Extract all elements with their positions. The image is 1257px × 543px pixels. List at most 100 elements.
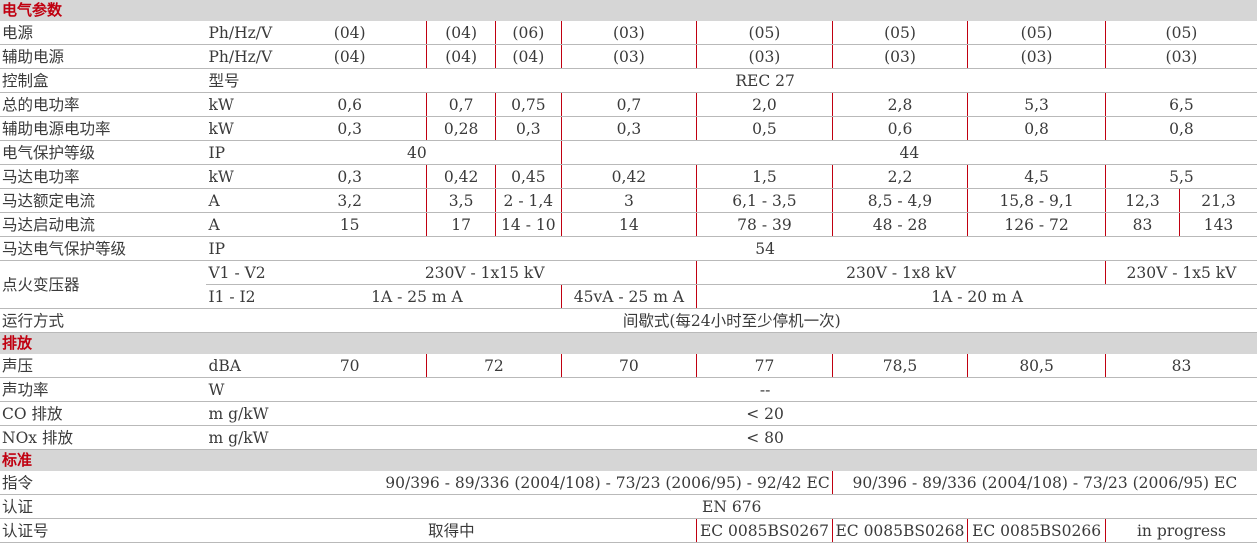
table-row: 声功率 W -- (0, 378, 1257, 402)
cell: 3,2 (273, 189, 427, 213)
cell: 8,5 - 4,9 (832, 189, 968, 213)
cell: 12,3 (1105, 189, 1179, 213)
cell: 44 (561, 141, 1257, 165)
cell: 2,0 (697, 93, 833, 117)
row-unit: 型号 (206, 69, 273, 93)
table-row: 马达电气保护等级 IP 54 (0, 237, 1257, 261)
row-label: 辅助电源电功率 (0, 117, 206, 141)
row-unit: I1 - I2 (206, 285, 273, 309)
cell: 2 - 1,4 (496, 189, 562, 213)
table-row: 认证号 取得中 EC 0085BS0267 EC 0085BS0268 EC 0… (0, 519, 1257, 543)
cell: 1A - 25 m A (273, 285, 561, 309)
cell: REC 27 (273, 69, 1257, 93)
cell: 230V - 1x8 kV (697, 261, 1106, 285)
row-label: 指令 (0, 471, 206, 495)
electrical-parameters-sheet: 电气参数 电源 Ph/Hz/V (04) (04) (06) (03) (05)… (0, 0, 1257, 533)
cell: 0,7 (561, 93, 697, 117)
table-row: NOx 排放 m g/kW h < 80 (0, 426, 1257, 450)
table-row: 控制盒 型号 REC 27 (0, 69, 1257, 93)
cell: in progress (1105, 519, 1257, 543)
cell: 0,45 (496, 165, 562, 189)
cell: EC 0085BS0268 (832, 519, 968, 543)
row-label: 点火变压器 (0, 261, 206, 309)
cell: (04) (496, 45, 562, 69)
section-title: 电气参数 (0, 0, 1257, 21)
row-unit: A (206, 213, 273, 237)
cell: EN 676 (206, 495, 1257, 519)
cell: 2,8 (832, 93, 968, 117)
row-unit: kW (206, 93, 273, 117)
row-label: 辅助电源 (0, 45, 206, 69)
cell: 143 (1180, 213, 1257, 237)
cell: 14 - 10 (496, 213, 562, 237)
cell: 0,3 (273, 165, 427, 189)
cell: 6,5 (1105, 93, 1257, 117)
row-label: 电气保护等级 (0, 141, 206, 165)
cell: 0,5 (697, 117, 833, 141)
row-unit: Ph/Hz/V (206, 21, 273, 45)
cell: 15,8 - 9,1 (968, 189, 1106, 213)
row-unit: m g/kW h (206, 426, 273, 450)
cell: 0,3 (273, 117, 427, 141)
cell: 3 (561, 189, 697, 213)
cell: 0,6 (832, 117, 968, 141)
table-row: 电气保护等级 IP 40 44 (0, 141, 1257, 165)
cell: 0,3 (561, 117, 697, 141)
cell: -- (273, 378, 1257, 402)
row-label: NOx 排放 (0, 426, 206, 450)
table-row: 指令 90/396 - 89/336 (2004/108) - 73/23 (2… (0, 471, 1257, 495)
cell: EC 0085BS0266 (968, 519, 1106, 543)
cell: 230V - 1x5 kV (1105, 261, 1257, 285)
table-row: 运行方式 间歇式(每24小时至少停机一次) (0, 309, 1257, 333)
cell: 5,5 (1105, 165, 1257, 189)
cell: 0,6 (273, 93, 427, 117)
row-label: 控制盒 (0, 69, 206, 93)
cell: EC 0085BS0267 (697, 519, 833, 543)
row-label: 马达电功率 (0, 165, 206, 189)
cell: 4,5 (968, 165, 1106, 189)
table-row: 马达电功率 kW 0,3 0,42 0,45 0,42 1,5 2,2 4,5 … (0, 165, 1257, 189)
cell: 90/396 - 89/336 (2004/108) - 73/23 (2006… (206, 471, 832, 495)
cell: 70 (561, 354, 697, 378)
cell: (05) (832, 21, 968, 45)
cell: 0,7 (427, 93, 496, 117)
cell: (06) (496, 21, 562, 45)
spec-table: 电气参数 电源 Ph/Hz/V (04) (04) (06) (03) (05)… (0, 0, 1257, 543)
cell: (03) (697, 45, 833, 69)
cell: 5,3 (968, 93, 1106, 117)
cell: 0,8 (1105, 117, 1257, 141)
cell: 80,5 (968, 354, 1106, 378)
cell: 0,42 (427, 165, 496, 189)
row-unit: Ph/Hz/V (206, 45, 273, 69)
cell: 2,2 (832, 165, 968, 189)
table-row: 马达启动电流 A 15 17 14 - 10 14 78 - 39 48 - 2… (0, 213, 1257, 237)
row-label: 马达电气保护等级 (0, 237, 206, 261)
cell: 0,75 (496, 93, 562, 117)
cell: 间歇式(每24小时至少停机一次) (206, 309, 1257, 333)
table-row: 点火变压器 V1 - V2 230V - 1x15 kV 230V - 1x8 … (0, 261, 1257, 285)
cell: 83 (1105, 354, 1257, 378)
section-title: 标准 (0, 450, 1257, 472)
cell: (03) (561, 21, 697, 45)
row-unit: IP (206, 237, 273, 261)
cell: 17 (427, 213, 496, 237)
cell: 83 (1105, 213, 1179, 237)
row-label: 运行方式 (0, 309, 206, 333)
table-row: 辅助电源电功率 kW 0,3 0,28 0,3 0,3 0,5 0,6 0,8 … (0, 117, 1257, 141)
cell: < 20 (273, 402, 1257, 426)
cell: (05) (697, 21, 833, 45)
cell: 0,8 (968, 117, 1106, 141)
cell: (03) (968, 45, 1106, 69)
row-label: 马达额定电流 (0, 189, 206, 213)
cell: 1,5 (697, 165, 833, 189)
table-row: 认证 EN 676 (0, 495, 1257, 519)
section-header-emission: 排放 (0, 333, 1257, 355)
cell: < 80 (273, 426, 1257, 450)
table-row: CO 排放 m g/kW h < 20 (0, 402, 1257, 426)
row-label: CO 排放 (0, 402, 206, 426)
row-label: 总的电功率 (0, 93, 206, 117)
row-unit: dBA (206, 354, 273, 378)
table-row: 声压 dBA 70 72 70 77 78,5 80,5 83 (0, 354, 1257, 378)
cell: 取得中 (206, 519, 696, 543)
cell: 70 (273, 354, 427, 378)
